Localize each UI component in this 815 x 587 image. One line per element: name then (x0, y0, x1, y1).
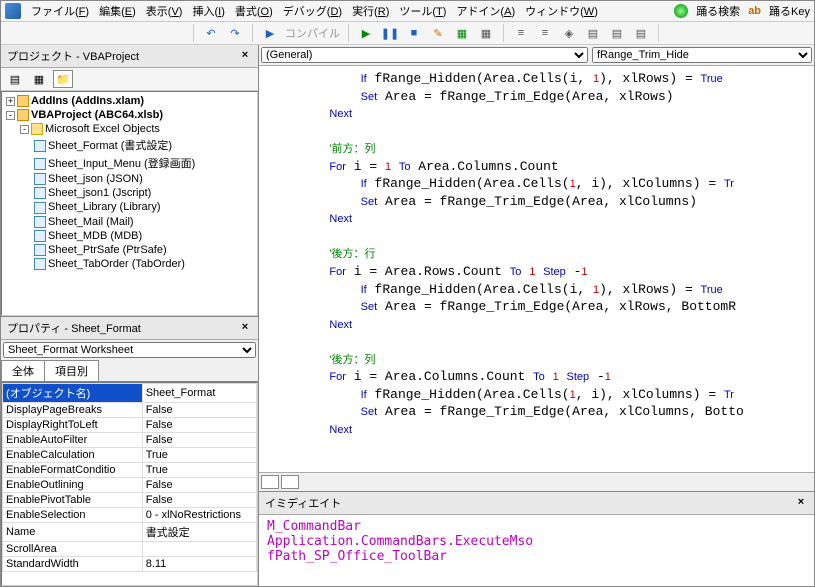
app-icon (5, 3, 21, 19)
view-code-button[interactable]: ▤ (5, 70, 25, 88)
property-row[interactable]: DisplayRightToLeftFalse (3, 417, 257, 432)
menu-bar: ファイル(F) 編集(E) 表示(V) 挿入(I) 書式(O) デバッグ(D) 実行(R) ツ… (1, 1, 814, 22)
view-object-button[interactable]: ▦ (29, 70, 49, 88)
tree-item[interactable]: Sheet_json1 (Jscript) (34, 186, 255, 200)
bookmark-button[interactable]: ◈ (560, 24, 578, 42)
property-row[interactable]: EnableCalculationTrue (3, 447, 257, 462)
property-row[interactable]: ScrollArea (3, 541, 257, 556)
redo-button[interactable]: ↷ (226, 24, 244, 42)
menu-r[interactable]: 実行(R) (352, 6, 389, 18)
immediate-close-button[interactable]: × (794, 496, 808, 510)
property-row[interactable]: EnableSelection0 - xlNoRestrictions (3, 507, 257, 522)
property-row[interactable]: EnableOutliningFalse (3, 477, 257, 492)
tab-categorized[interactable]: 項目別 (44, 360, 99, 381)
outdent-button[interactable]: ≡ (536, 24, 554, 42)
menu-addon-key[interactable]: 踊るKey (769, 3, 810, 19)
indent-button[interactable]: ≡ (512, 24, 530, 42)
compile-button[interactable]: コンパイル (285, 25, 340, 41)
tree-item[interactable]: Sheet_Library (Library) (34, 200, 255, 214)
tree-item[interactable]: -VBAProject (ABC64.xlsb) (6, 108, 255, 122)
stop-button[interactable]: ■ (405, 24, 423, 42)
immediate-window: イミディエイト × M_CommandBar Application.Comma… (259, 491, 814, 586)
run-button[interactable]: ▶ (357, 24, 375, 42)
excel-button[interactable]: ▦ (453, 24, 471, 42)
menu-t[interactable]: ツール(T) (399, 6, 446, 18)
compile-icon: ▶ (261, 24, 279, 42)
tree-item[interactable]: Sheet_Mail (Mail) (34, 215, 255, 229)
menu-e[interactable]: 編集(E) (99, 6, 136, 18)
tree-item[interactable]: +AddIns (AddIns.xlam) (6, 94, 255, 108)
tree-item[interactable]: Sheet_PtrSafe (PtrSafe) (34, 243, 255, 257)
property-row[interactable]: DisplayPageBreaksFalse (3, 402, 257, 417)
menu-i[interactable]: 挿入(I) (192, 6, 224, 18)
menu-v[interactable]: 表示(V) (146, 6, 183, 18)
toggle-folders-button[interactable]: 📁 (53, 70, 73, 88)
breakpoint-button[interactable]: ✎ (429, 24, 447, 42)
tree-item[interactable]: Sheet_Format (書式設定) (34, 136, 255, 154)
property-row[interactable]: EnablePivotTableFalse (3, 492, 257, 507)
property-row[interactable]: (オブジェクト名)Sheet_Format (3, 383, 257, 402)
tree-item[interactable]: Sheet_json (JSON) (34, 172, 255, 186)
key-addon-icon: ab (748, 5, 761, 17)
toolbar: ↶ ↷ ▶ コンパイル ▶ ❚❚ ■ ✎ ▦ ▦ ≡ ≡ ◈ ▤ ▤ ▤ (1, 22, 814, 45)
proc-view-button[interactable] (261, 475, 279, 489)
property-row[interactable]: Name書式設定 (3, 522, 257, 541)
tool-button-1[interactable]: ▦ (477, 24, 495, 42)
menu-o[interactable]: 書式(O) (235, 6, 273, 18)
tree-item[interactable]: Sheet_Input_Menu (登録画面) (34, 154, 255, 172)
tree-item[interactable]: Sheet_TabOrder (TabOrder) (34, 257, 255, 271)
pause-button[interactable]: ❚❚ (381, 24, 399, 42)
project-explorer: プロジェクト - VBAProject × ▤ ▦ 📁 +AddIns (Add… (1, 45, 258, 316)
tree-item[interactable]: -Microsoft Excel Objects (20, 122, 255, 136)
procedure-dropdown[interactable]: fRange_Trim_Hide (592, 47, 812, 63)
property-row[interactable]: StandardWidth8.11 (3, 556, 257, 571)
property-row[interactable]: EnableAutoFilterFalse (3, 432, 257, 447)
menu-d[interactable]: デバッグ(D) (283, 6, 342, 18)
undo-button[interactable]: ↶ (202, 24, 220, 42)
menu-a[interactable]: アドイン(A) (456, 6, 515, 18)
object-selector[interactable]: Sheet_Format Worksheet (3, 342, 256, 358)
property-row[interactable]: EnableFormatConditioTrue (3, 462, 257, 477)
properties-grid[interactable]: (オブジェクト名)Sheet_FormatDisplayPageBreaksFa… (1, 382, 258, 587)
immediate-title: イミディエイト (265, 495, 341, 511)
properties-pane: プロパティ - Sheet_Format × Sheet_Format Work… (1, 316, 258, 587)
menu-addon-search[interactable]: 踊る検索 (696, 3, 740, 19)
full-view-button[interactable] (281, 475, 299, 489)
tree-item[interactable]: Sheet_MDB (MDB) (34, 229, 255, 243)
project-tree[interactable]: +AddIns (AddIns.xlam)-VBAProject (ABC64.… (1, 91, 258, 316)
code-editor[interactable]: If fRange_Hidden(Area.Cells(i, 1), xlRow… (259, 66, 814, 472)
properties-close-button[interactable]: × (238, 321, 252, 335)
project-title: プロジェクト - VBAProject (7, 48, 139, 64)
menu-w[interactable]: ウィンドウ(W) (525, 6, 598, 18)
uncomment-button[interactable]: ▤ (632, 24, 650, 42)
project-close-button[interactable]: × (238, 49, 252, 63)
comment-button[interactable]: ▤ (608, 24, 626, 42)
tab-all[interactable]: 全体 (1, 360, 45, 381)
search-addon-icon (674, 4, 688, 18)
properties-title: プロパティ - Sheet_Format (7, 320, 141, 336)
menu-f[interactable]: ファイル(F) (31, 6, 89, 18)
object-dropdown[interactable]: (General) (261, 47, 588, 63)
list-button[interactable]: ▤ (584, 24, 602, 42)
immediate-content[interactable]: M_CommandBar Application.CommandBars.Exe… (259, 515, 814, 586)
